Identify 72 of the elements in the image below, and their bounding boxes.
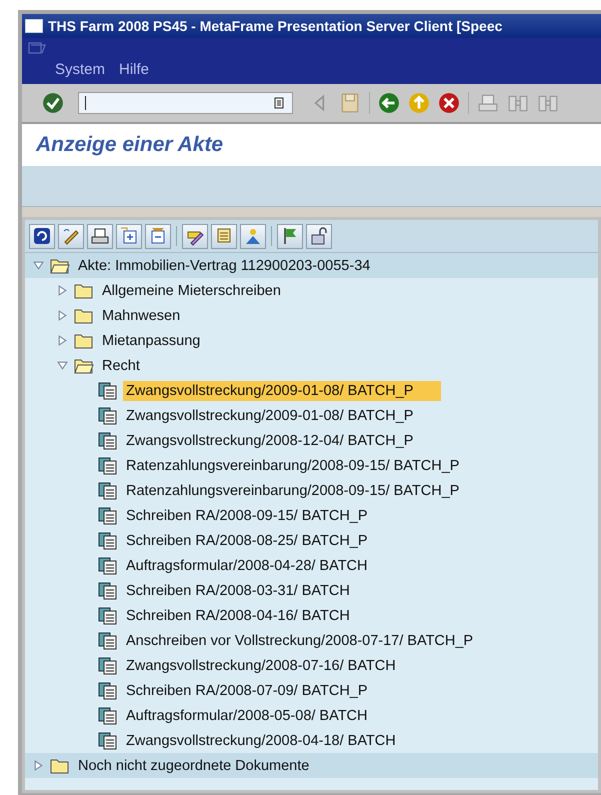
document-node[interactable]: Schreiben RA/2008-07-09/ BATCH_P: [123, 680, 371, 700]
document-icon: [98, 682, 118, 700]
document-node[interactable]: Schreiben RA/2008-08-25/ BATCH_P: [123, 530, 371, 550]
document-node[interactable]: Auftragsformular/2008-05-08/ BATCH: [123, 706, 371, 726]
document-icon: [98, 656, 118, 674]
document-node[interactable]: Zwangsvollstreckung/2008-12-04/ BATCH_P: [123, 430, 416, 450]
document-node[interactable]: Anschreiben vor Vollstreckung/2008-07-17/ BATCH_P: [123, 630, 476, 650]
document-node[interactable]: Schreiben RA/2008-03-31/ BATCH: [123, 580, 353, 600]
folder-icon: [74, 306, 94, 324]
document-node[interactable]: Zwangsvollstreckung/2008-04-18/ BATCH: [123, 730, 399, 750]
cancel-icon[interactable]: [438, 92, 460, 114]
document-node[interactable]: Schreiben RA/2008-09-15/ BATCH_P: [123, 506, 371, 526]
folder-node[interactable]: Mahnwesen: [99, 306, 184, 326]
document-node[interactable]: Zwangsvollstreckung/2009-01-08/ BATCH_P: [123, 406, 416, 426]
history-icon[interactable]: [274, 97, 284, 109]
document-node[interactable]: Ratenzahlungsvereinbarung/2008-09-15/ BATCH_P: [123, 456, 462, 476]
document-icon: [98, 482, 118, 500]
folder-icon: [74, 282, 94, 300]
open-folder-icon: [74, 356, 94, 374]
expand-triangle-icon[interactable]: [33, 760, 44, 770]
toolbar-button[interactable]: [58, 224, 84, 248]
document-icon: [98, 732, 118, 750]
document-icon: [98, 632, 118, 650]
document-icon: [98, 432, 118, 450]
print-icon[interactable]: [477, 92, 499, 114]
toolbar-button[interactable]: [306, 224, 332, 248]
collapse-triangle-icon[interactable]: [33, 260, 44, 270]
document-node[interactable]: Schreiben RA/2008-04-16/ BATCH: [123, 606, 353, 626]
document-node[interactable]: Auftragsformular/2008-04-28/ BATCH: [123, 556, 371, 576]
system-menu-icon[interactable]: [28, 41, 48, 55]
document-node[interactable]: Ratenzahlungsvereinbarung/2008-09-15/ BATCH_P: [123, 480, 462, 500]
toolbar-button[interactable]: [29, 224, 55, 248]
document-icon: [98, 532, 118, 550]
screen-title: Anzeige einer Akte: [36, 133, 224, 157]
pencil-icon: [61, 226, 81, 246]
expand-triangle-icon[interactable]: [57, 334, 68, 346]
document-icon: [98, 506, 118, 524]
toolbar-button[interactable]: [87, 224, 113, 248]
menu-item[interactable]: Hilfe: [119, 61, 150, 78]
refresh-icon: [32, 226, 52, 246]
document-icon: [98, 582, 118, 600]
toolbar-button[interactable]: [211, 224, 237, 248]
folder-node[interactable]: Recht: [99, 356, 143, 376]
document-node[interactable]: Zwangsvollstreckung/2009-01-08/ BATCH_P: [123, 380, 442, 400]
folder-icon: [50, 756, 70, 774]
toolbar-button[interactable]: [277, 224, 303, 248]
expand-icon: [119, 226, 139, 246]
folder-icon: [74, 332, 94, 350]
document-icon: [98, 406, 118, 424]
folder-node[interactable]: Allgemeine Mieterschreiben: [99, 280, 284, 300]
expand-triangle-icon[interactable]: [57, 310, 68, 320]
document-icon: [98, 556, 118, 574]
person-icon: [243, 226, 263, 246]
window-title: THS Farm 2008 PS45 - MetaFrame Presentation Server Client [Speec: [48, 18, 502, 34]
expand-triangle-icon[interactable]: [57, 284, 68, 296]
document-node[interactable]: Zwangsvollstreckung/2008-07-16/ BATCH: [123, 656, 399, 676]
toolbar-button[interactable]: [182, 224, 208, 248]
toolbar-button[interactable]: [145, 224, 171, 248]
window-icon: [25, 19, 43, 33]
document-icon: [98, 606, 118, 624]
document-icon: [98, 382, 118, 400]
check-icon[interactable]: [42, 92, 64, 114]
print-icon: [90, 226, 110, 246]
menu-item[interactable]: System: [55, 61, 106, 78]
document-icon: [98, 456, 118, 474]
document-icon: [98, 706, 118, 724]
folder-node[interactable]: Mietanpassung: [99, 330, 204, 350]
lock-icon: [309, 226, 329, 246]
open-folder-icon: [50, 256, 70, 274]
command-field[interactable]: [78, 92, 293, 114]
toolbar-button[interactable]: [116, 224, 142, 248]
collapse-triangle-icon[interactable]: [57, 360, 68, 370]
